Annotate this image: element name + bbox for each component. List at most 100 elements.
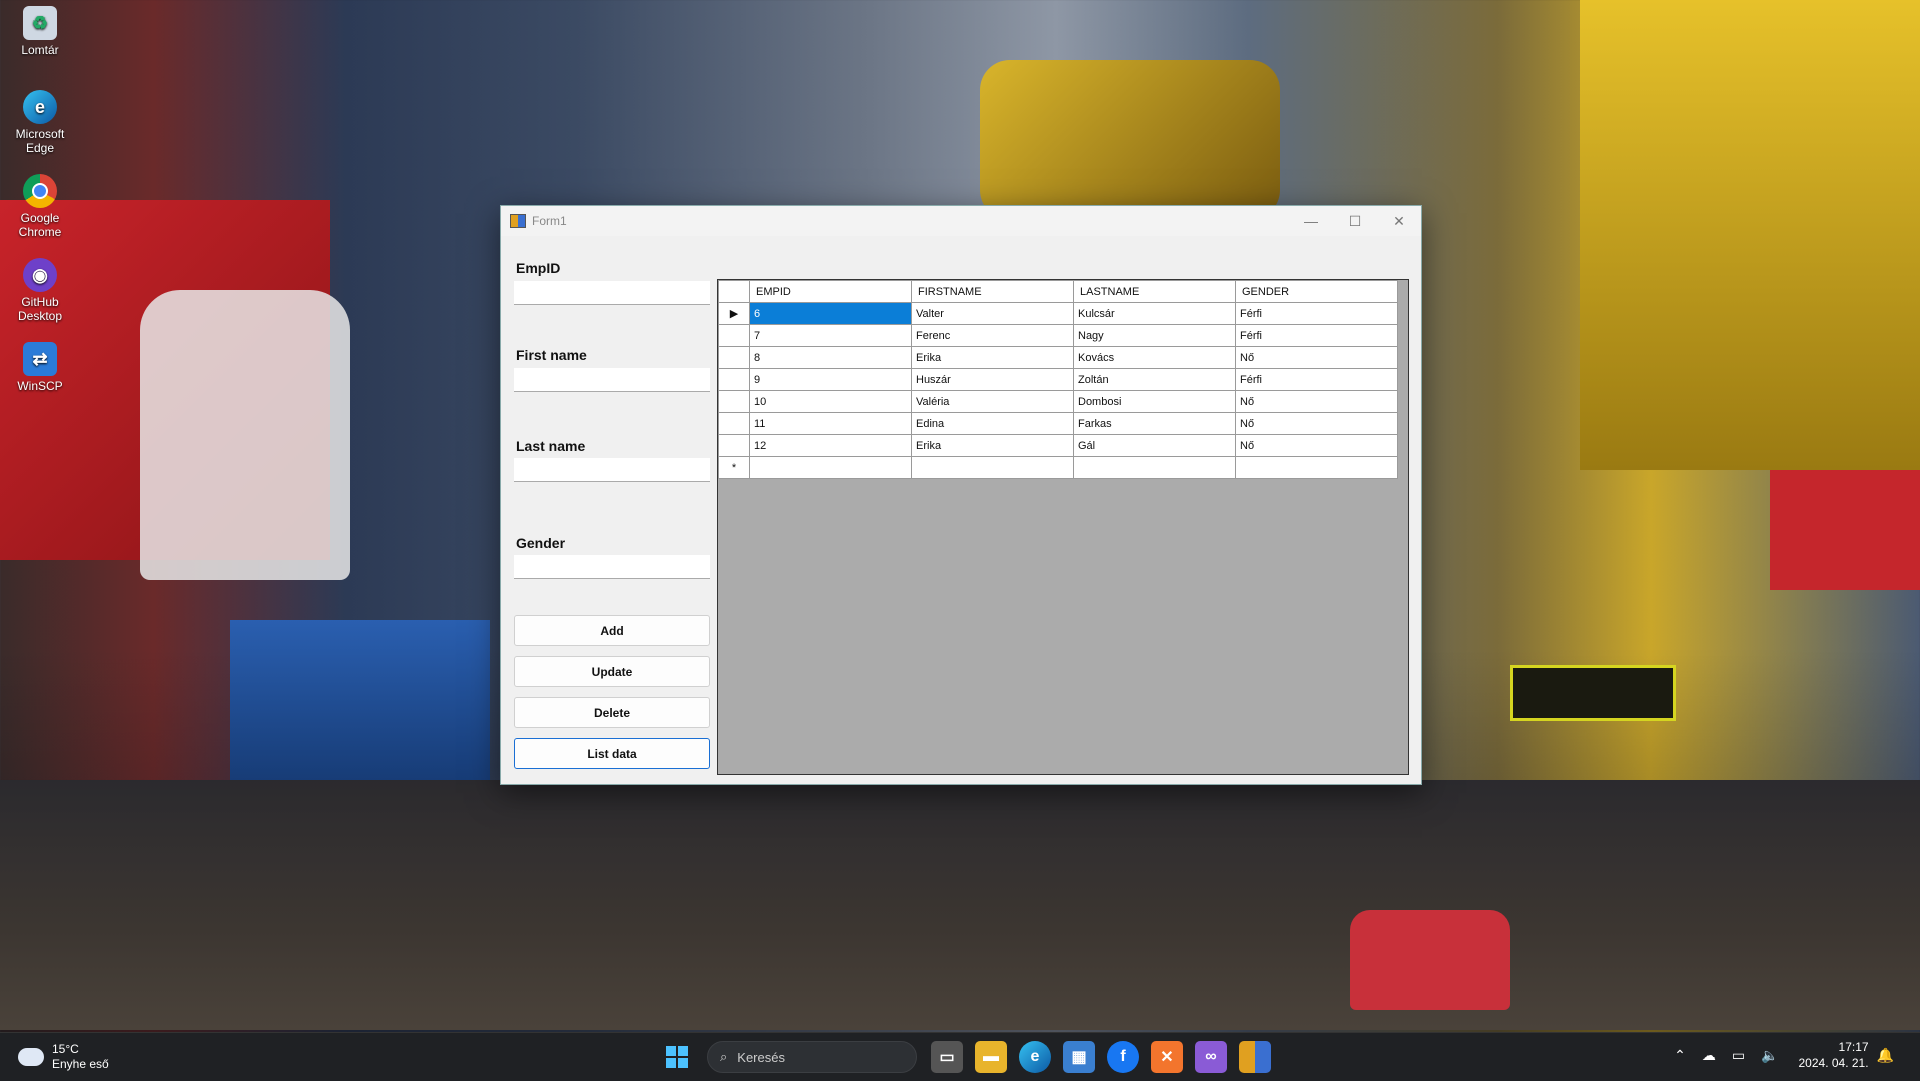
table-row[interactable]: 9 Huszár Zoltán Férfi <box>718 368 1398 391</box>
cell-gender[interactable]: Nő <box>1235 434 1398 457</box>
empid-input[interactable] <box>514 281 710 305</box>
minimize-button[interactable]: — <box>1289 206 1333 236</box>
current-row-marker[interactable]: ▶ <box>718 302 750 325</box>
row-header-cell[interactable] <box>718 368 750 391</box>
firstname-input[interactable] <box>514 368 710 392</box>
cell-empid[interactable]: 9 <box>749 368 912 391</box>
table-row[interactable]: ▶ 6 Valter Kulcsár Férfi <box>718 302 1398 325</box>
task-view-icon[interactable]: ▭ <box>931 1041 963 1073</box>
cell-empid[interactable]: 11 <box>749 412 912 435</box>
cell-gender[interactable]: Nő <box>1235 346 1398 369</box>
new-cell-empid[interactable] <box>749 456 912 479</box>
column-header-gender[interactable]: GENDER <box>1235 280 1398 303</box>
new-cell-lastname[interactable] <box>1073 456 1236 479</box>
store-icon[interactable]: ▦ <box>1063 1041 1095 1073</box>
cell-empid[interactable]: 12 <box>749 434 912 457</box>
cell-lastname[interactable]: Gál <box>1073 434 1236 457</box>
visual-studio-icon[interactable]: ∞ <box>1195 1041 1227 1073</box>
cell-lastname[interactable]: Kovács <box>1073 346 1236 369</box>
cell-lastname[interactable]: Dombosi <box>1073 390 1236 413</box>
notification-bell-icon[interactable]: 🔔 <box>1877 1047 1894 1064</box>
cell-empid[interactable]: 8 <box>749 346 912 369</box>
form1-taskbar-icon[interactable] <box>1239 1041 1271 1073</box>
lastname-input[interactable] <box>514 458 710 482</box>
weather-temp: 15°C <box>52 1042 79 1056</box>
window-title: Form1 <box>532 214 567 228</box>
cell-firstname[interactable]: Huszár <box>911 368 1074 391</box>
cell-lastname[interactable]: Kulcsár <box>1073 302 1236 325</box>
table-row[interactable]: 11 Edina Farkas Nő <box>718 412 1398 435</box>
cell-firstname[interactable]: Edina <box>911 412 1074 435</box>
start-button[interactable] <box>661 1041 693 1073</box>
onedrive-icon[interactable]: ☁ <box>1702 1047 1716 1064</box>
desktop-icon-label: Lomtár <box>21 43 59 57</box>
form1-window: Form1 — ☐ ✕ EmpID First name Last name G… <box>500 205 1422 785</box>
wallpaper-shape <box>1770 470 1920 590</box>
gender-input[interactable] <box>514 555 710 579</box>
edge-icon[interactable]: e <box>1019 1041 1051 1073</box>
cell-firstname[interactable]: Ferenc <box>911 324 1074 347</box>
cell-firstname[interactable]: Erika <box>911 434 1074 457</box>
weather-widget[interactable]: 15°C Enyhe eső <box>18 1042 109 1072</box>
list-data-button[interactable]: List data <box>514 738 710 769</box>
desktop-icon-label: Google Chrome <box>18 211 62 239</box>
app-icon <box>510 214 526 228</box>
column-header-firstname[interactable]: FIRSTNAME <box>911 280 1074 303</box>
cell-gender[interactable]: Férfi <box>1235 368 1398 391</box>
wallpaper-shape <box>0 780 1920 1030</box>
desktop-icon-edge[interactable]: e Microsoft Edge <box>6 90 74 155</box>
desktop-icon-github[interactable]: ◉ GitHub Desktop <box>6 258 74 323</box>
taskbar-search[interactable]: ⌕ Keresés <box>707 1041 917 1073</box>
delete-button[interactable]: Delete <box>514 697 710 728</box>
row-header-cell[interactable] <box>718 346 750 369</box>
row-header-cell[interactable] <box>718 390 750 413</box>
row-header-corner <box>718 280 750 303</box>
cell-gender[interactable]: Férfi <box>1235 324 1398 347</box>
clock[interactable]: 17:17 2024. 04. 21. <box>1799 1039 1869 1071</box>
add-button[interactable]: Add <box>514 615 710 646</box>
cell-firstname[interactable]: Erika <box>911 346 1074 369</box>
cell-gender[interactable]: Férfi <box>1235 302 1398 325</box>
chevron-up-icon[interactable]: ⌃ <box>1674 1047 1686 1064</box>
volume-icon[interactable]: 🔈 <box>1761 1047 1778 1064</box>
facebook-icon[interactable]: f <box>1107 1041 1139 1073</box>
cell-lastname[interactable]: Farkas <box>1073 412 1236 435</box>
table-row[interactable]: 12 Erika Gál Nő <box>718 434 1398 457</box>
file-explorer-icon[interactable]: ▬ <box>975 1041 1007 1073</box>
xampp-icon[interactable]: ✕ <box>1151 1041 1183 1073</box>
cell-empid[interactable]: 10 <box>749 390 912 413</box>
new-cell-firstname[interactable] <box>911 456 1074 479</box>
cell-empid[interactable]: 6 <box>749 302 912 325</box>
title-bar[interactable]: Form1 — ☐ ✕ <box>501 206 1421 236</box>
cell-gender[interactable]: Nő <box>1235 390 1398 413</box>
update-button[interactable]: Update <box>514 656 710 687</box>
cell-lastname[interactable]: Nagy <box>1073 324 1236 347</box>
cell-firstname[interactable]: Valter <box>911 302 1074 325</box>
new-row-marker[interactable]: * <box>718 456 750 479</box>
row-header-cell[interactable] <box>718 434 750 457</box>
table-row[interactable]: 10 Valéria Dombosi Nő <box>718 390 1398 413</box>
cell-lastname[interactable]: Zoltán <box>1073 368 1236 391</box>
new-row[interactable]: * <box>718 456 1398 479</box>
row-header-cell[interactable] <box>718 412 750 435</box>
employee-table: EMPID FIRSTNAME LASTNAME GENDER ▶ 6 Valt… <box>718 280 1398 479</box>
employee-data-grid[interactable]: EMPID FIRSTNAME LASTNAME GENDER ▶ 6 Valt… <box>717 279 1409 775</box>
table-row[interactable]: 7 Ferenc Nagy Férfi <box>718 324 1398 347</box>
desktop-icon-winscp[interactable]: ⇄ WinSCP <box>6 342 74 393</box>
wallpaper-shape <box>230 620 490 790</box>
cell-gender[interactable]: Nő <box>1235 412 1398 435</box>
cell-empid[interactable]: 7 <box>749 324 912 347</box>
header-row: EMPID FIRSTNAME LASTNAME GENDER <box>718 280 1398 303</box>
cell-firstname[interactable]: Valéria <box>911 390 1074 413</box>
desktop-icon-recycle-bin[interactable]: ♻ Lomtár <box>6 6 74 57</box>
network-icon[interactable]: ▭ <box>1732 1047 1745 1064</box>
new-cell-gender[interactable] <box>1235 456 1398 479</box>
row-header-cell[interactable] <box>718 324 750 347</box>
close-button[interactable]: ✕ <box>1377 206 1421 236</box>
table-row[interactable]: 8 Erika Kovács Nő <box>718 346 1398 369</box>
desktop-icon-chrome[interactable]: Google Chrome <box>6 174 74 239</box>
wallpaper-shape <box>140 290 350 580</box>
column-header-lastname[interactable]: LASTNAME <box>1073 280 1236 303</box>
maximize-button[interactable]: ☐ <box>1333 206 1377 236</box>
column-header-empid[interactable]: EMPID <box>749 280 912 303</box>
